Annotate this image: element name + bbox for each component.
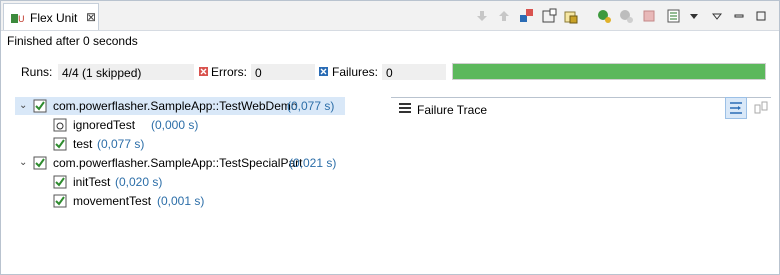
runs-label: Runs: — [21, 65, 53, 79]
compare-icon — [754, 101, 768, 114]
tree-row-test[interactable]: test (0,077 s) — [15, 135, 345, 153]
status-text: Finished after 0 seconds — [7, 34, 138, 48]
tree-row-suite[interactable]: ⌄ com.powerflasher.SampleApp::TestSpecia… — [15, 154, 355, 172]
test-name: movementTest — [73, 194, 152, 208]
errors-label: Errors: — [211, 65, 247, 79]
history-icon[interactable] — [562, 7, 580, 25]
rerun-failed-icon[interactable] — [617, 7, 635, 25]
suite-passed-icon — [33, 99, 47, 113]
minimize-icon[interactable] — [730, 7, 748, 25]
close-icon[interactable]: ⊠ — [86, 10, 96, 24]
suite-name: com.powerflasher.SampleApp::TestWebDemo — [53, 99, 298, 113]
suite-passed-icon — [33, 156, 47, 170]
svg-text:U: U — [18, 15, 24, 25]
failures-only-icon[interactable] — [517, 7, 535, 25]
tree-row-suite[interactable]: ⌄ com.powerflasher.SampleApp::TestWebDem… — [15, 97, 345, 115]
failure-trace-header: Failure Trace — [391, 97, 771, 120]
failures-label: Failures: — [332, 65, 379, 79]
test-time: (0,000 s) — [151, 118, 199, 132]
suite-time: (0,021 s) — [289, 156, 337, 170]
runs-value-box: 4/4 (1 skipped) — [58, 64, 194, 80]
tab-flex-unit[interactable]: U Flex Unit ⊠ — [3, 3, 99, 30]
test-time: (0,077 s) — [97, 137, 145, 151]
stop-icon[interactable] — [640, 7, 658, 25]
view-menu-icon[interactable] — [708, 7, 726, 25]
failure-trace-title: Failure Trace — [417, 103, 488, 117]
filter-stack-icon — [730, 102, 742, 114]
test-passed-icon — [53, 137, 67, 151]
test-passed-icon — [53, 175, 67, 189]
errors-value: 0 — [255, 66, 262, 80]
arrow-up-icon[interactable] — [495, 7, 513, 25]
progress-bar — [452, 63, 766, 80]
list-icon — [399, 103, 411, 113]
layout-icon[interactable] — [665, 7, 683, 25]
tab-title: Flex Unit — [30, 11, 78, 25]
failures-value: 0 — [386, 66, 393, 80]
suite-time: (0,077 s) — [287, 99, 335, 113]
flex-unit-view: U Flex Unit ⊠ Finished after 0 seconds R… — [0, 0, 780, 275]
test-name: ignoredTest — [73, 118, 136, 132]
failures-value-box: 0 — [382, 64, 446, 80]
failure-icon — [319, 67, 328, 76]
test-time: (0,020 s) — [115, 175, 163, 189]
test-time: (0,001 s) — [157, 194, 205, 208]
filter-stack-button[interactable] — [725, 97, 747, 119]
suite-name: com.powerflasher.SampleApp::TestSpecialP… — [53, 156, 303, 170]
test-passed-icon — [53, 194, 67, 208]
view-tab-bar: U Flex Unit ⊠ — [1, 1, 779, 31]
layout-dropdown-icon[interactable] — [685, 7, 703, 25]
expand-arrow-icon[interactable]: ⌄ — [19, 154, 27, 172]
rerun-icon[interactable] — [595, 7, 613, 25]
progress-fill — [453, 64, 765, 79]
expand-arrow-icon[interactable]: ⌄ — [19, 97, 27, 115]
tree-row-test[interactable]: ignoredTest (0,000 s) — [15, 116, 345, 134]
maximize-icon[interactable] — [752, 7, 770, 25]
compare-button[interactable] — [751, 98, 771, 118]
arrow-down-icon[interactable] — [473, 7, 491, 25]
tree-row-test[interactable]: movementTest (0,001 s) — [15, 192, 345, 210]
test-name: test — [73, 137, 93, 151]
test-name: initTest — [73, 175, 111, 189]
flex-unit-icon: U — [11, 14, 24, 25]
test-ignored-icon — [53, 118, 67, 132]
scroll-lock-icon[interactable] — [540, 7, 558, 25]
errors-value-box: 0 — [251, 64, 315, 80]
error-icon — [199, 67, 208, 76]
tree-row-test[interactable]: initTest (0,020 s) — [15, 173, 345, 191]
test-tree[interactable]: ⌄ com.powerflasher.SampleApp::TestWebDem… — [15, 97, 391, 267]
runs-value: 4/4 (1 skipped) — [62, 66, 142, 80]
